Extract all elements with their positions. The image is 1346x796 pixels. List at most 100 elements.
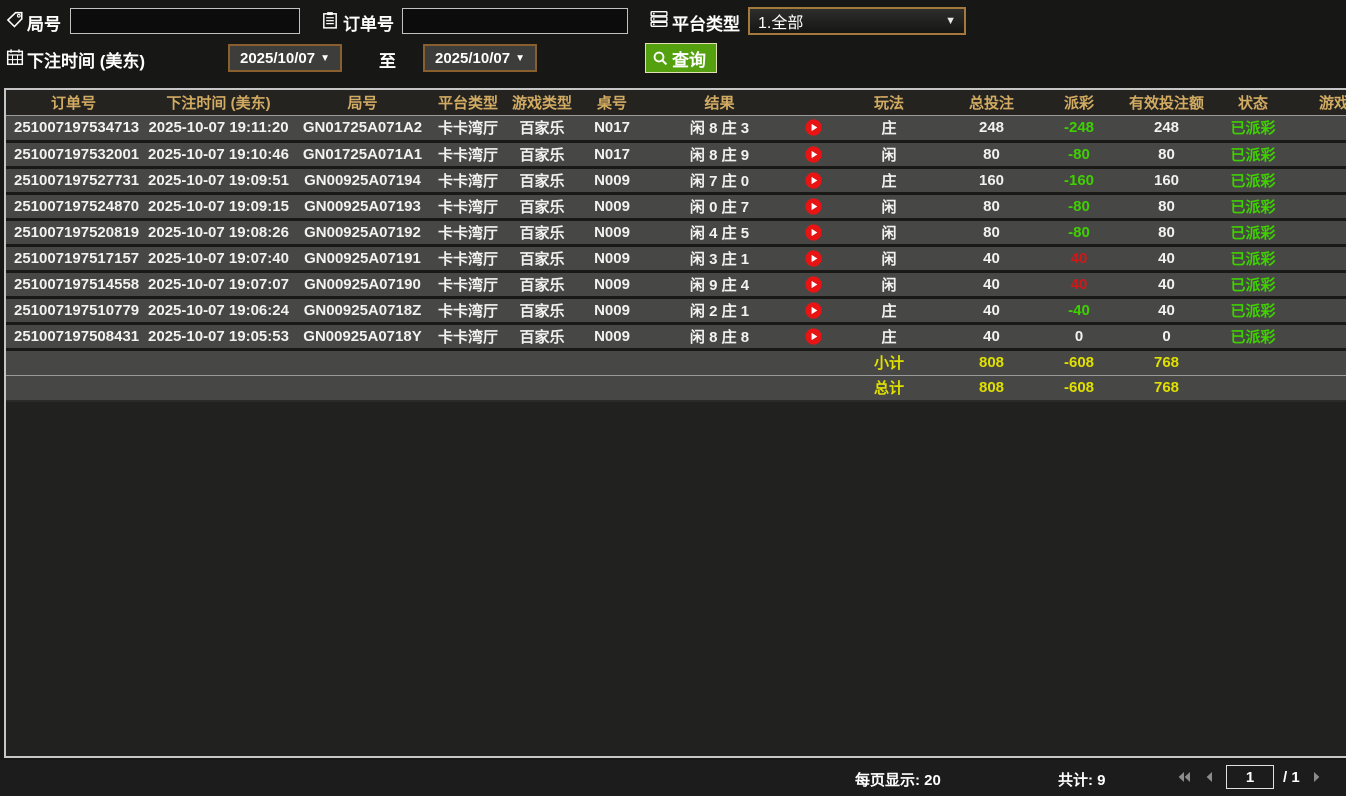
chevron-down-icon: ▼	[945, 15, 956, 27]
cell-game-type: 百家乐	[507, 297, 577, 323]
table-row[interactable]: 251007197517157 2025-10-07 19:07:40 GN00…	[6, 245, 1346, 271]
cell-play: 闲	[834, 141, 944, 167]
cell-total-bet: 40	[944, 245, 1039, 271]
play-video-icon[interactable]	[805, 302, 822, 319]
cell-round-id: GN00925A07191	[296, 245, 429, 271]
order-id-input[interactable]	[402, 8, 628, 34]
cell-valid-bet: 40	[1119, 245, 1214, 271]
table-row[interactable]: 251007197514558 2025-10-07 19:07:07 GN00…	[6, 271, 1346, 297]
cell-round-id: GN00925A0718Y	[296, 323, 429, 349]
cell-payout: 40	[1039, 245, 1119, 271]
round-id-input[interactable]	[70, 8, 300, 34]
cell-order-id: 251007197508431	[6, 323, 141, 349]
cell-order-id: 251007197527731	[6, 167, 141, 193]
table-body: 251007197534713 2025-10-07 19:11:20 GN01…	[6, 115, 1346, 349]
subtotal-total-bet: 808	[944, 349, 1039, 375]
col-header-table-no: 桌号	[577, 90, 647, 115]
cell-game-mode: -	[1292, 193, 1346, 219]
cell-game-mode: -	[1292, 141, 1346, 167]
cell-play: 闲	[834, 219, 944, 245]
cell-table-no: N009	[577, 193, 647, 219]
cell-total-bet: 40	[944, 297, 1039, 323]
pager: / 1	[1176, 765, 1325, 789]
cell-bet-time: 2025-10-07 19:11:20	[141, 115, 296, 141]
cell-game-mode: -	[1292, 115, 1346, 141]
cell-video	[792, 115, 834, 141]
cell-payout: 40	[1039, 271, 1119, 297]
cell-round-id: GN00925A0718Z	[296, 297, 429, 323]
cell-status: 已派彩	[1214, 271, 1292, 297]
date-to-picker[interactable]: 2025/10/07 ▼	[423, 44, 537, 72]
date-from-picker[interactable]: 2025/10/07 ▼	[228, 44, 342, 72]
play-video-icon[interactable]	[805, 328, 822, 345]
table-row[interactable]: 251007197520819 2025-10-07 19:08:26 GN00…	[6, 219, 1346, 245]
first-page-icon[interactable]	[1176, 769, 1192, 785]
cell-valid-bet: 80	[1119, 141, 1214, 167]
prev-page-icon[interactable]	[1201, 769, 1217, 785]
cell-bet-time: 2025-10-07 19:08:26	[141, 219, 296, 245]
play-video-icon[interactable]	[805, 224, 822, 241]
cell-table-no: N009	[577, 167, 647, 193]
chevron-down-icon: ▼	[320, 53, 330, 64]
cell-video	[792, 323, 834, 349]
cell-table-no: N009	[577, 219, 647, 245]
page-number-input[interactable]	[1226, 765, 1274, 789]
table-row[interactable]: 251007197534713 2025-10-07 19:11:20 GN01…	[6, 115, 1346, 141]
col-header-round-id: 局号	[296, 90, 429, 115]
table-row[interactable]: 251007197524870 2025-10-07 19:09:15 GN00…	[6, 193, 1346, 219]
play-video-icon[interactable]	[805, 146, 822, 163]
cell-round-id: GN00925A07194	[296, 167, 429, 193]
cell-valid-bet: 160	[1119, 167, 1214, 193]
table-row[interactable]: 251007197508431 2025-10-07 19:05:53 GN00…	[6, 323, 1346, 349]
cell-game-type: 百家乐	[507, 219, 577, 245]
cell-platform: 卡卡湾厅	[429, 141, 507, 167]
cell-game-mode: -	[1292, 245, 1346, 271]
cell-video	[792, 297, 834, 323]
cell-video	[792, 141, 834, 167]
table-row[interactable]: 251007197527731 2025-10-07 19:09:51 GN00…	[6, 167, 1346, 193]
cell-total-bet: 80	[944, 193, 1039, 219]
next-page-icon[interactable]	[1309, 769, 1325, 785]
cell-video	[792, 167, 834, 193]
cell-platform: 卡卡湾厅	[429, 323, 507, 349]
cell-result: 闲 2 庄 1	[647, 297, 792, 323]
cell-table-no: N009	[577, 297, 647, 323]
platform-type-label: 平台类型	[672, 10, 740, 35]
col-header-video	[792, 90, 834, 115]
cell-payout: 0	[1039, 323, 1119, 349]
cell-valid-bet: 40	[1119, 297, 1214, 323]
cell-status: 已派彩	[1214, 323, 1292, 349]
cell-play: 庄	[834, 323, 944, 349]
cell-video	[792, 245, 834, 271]
col-header-game-type: 游戏类型	[507, 90, 577, 115]
cell-order-id: 251007197517157	[6, 245, 141, 271]
cell-round-id: GN00925A07192	[296, 219, 429, 245]
play-video-icon[interactable]	[805, 119, 822, 136]
query-button[interactable]: 查询	[645, 43, 717, 73]
cell-bet-time: 2025-10-07 19:07:40	[141, 245, 296, 271]
cell-result: 闲 9 庄 4	[647, 271, 792, 297]
chevron-down-icon: ▼	[515, 53, 525, 64]
play-video-icon[interactable]	[805, 276, 822, 293]
platform-type-select[interactable]: 1.全部 ▼	[748, 7, 966, 35]
cell-table-no: N009	[577, 245, 647, 271]
cell-game-mode: -	[1292, 167, 1346, 193]
table-row[interactable]: 251007197510779 2025-10-07 19:06:24 GN00…	[6, 297, 1346, 323]
cell-game-type: 百家乐	[507, 323, 577, 349]
cell-total-bet: 248	[944, 115, 1039, 141]
cell-status: 已派彩	[1214, 141, 1292, 167]
cell-play: 闲	[834, 193, 944, 219]
cell-total-bet: 80	[944, 219, 1039, 245]
subtotal-valid-bet: 768	[1119, 349, 1214, 375]
cell-payout: -80	[1039, 141, 1119, 167]
cell-order-id: 251007197514558	[6, 271, 141, 297]
play-video-icon[interactable]	[805, 198, 822, 215]
table-row[interactable]: 251007197532001 2025-10-07 19:10:46 GN01…	[6, 141, 1346, 167]
cell-video	[792, 271, 834, 297]
subtotal-row: 小计 808 -608 768	[6, 349, 1346, 375]
play-video-icon[interactable]	[805, 250, 822, 267]
cell-status: 已派彩	[1214, 219, 1292, 245]
cell-platform: 卡卡湾厅	[429, 245, 507, 271]
cell-game-type: 百家乐	[507, 115, 577, 141]
play-video-icon[interactable]	[805, 172, 822, 189]
